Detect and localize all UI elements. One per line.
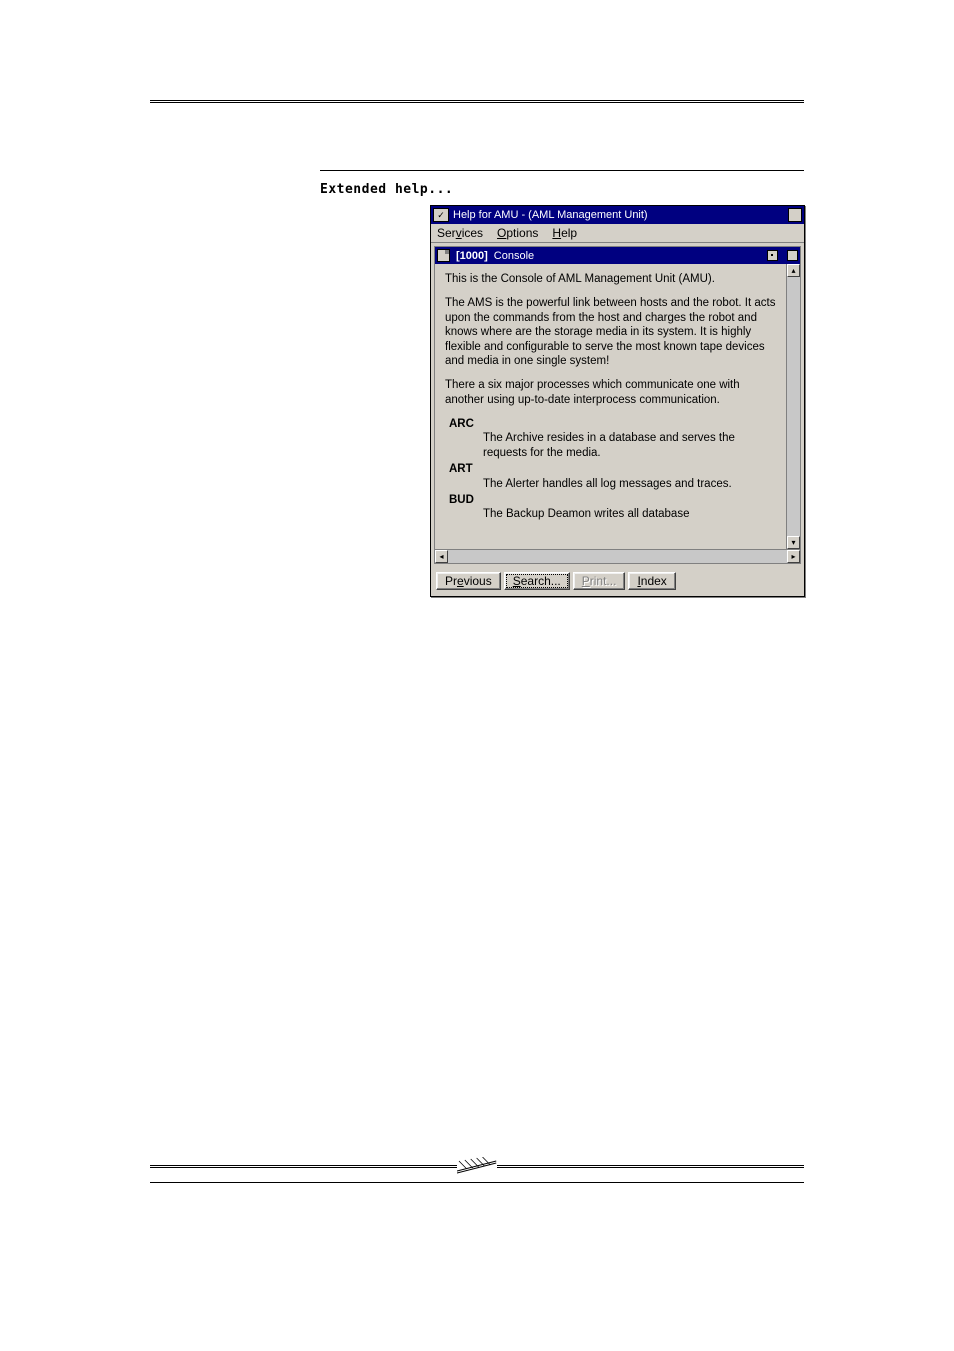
menu-options[interactable]: Options — [497, 226, 538, 240]
scroll-up-icon[interactable]: ▴ — [787, 264, 800, 277]
content-id: [1000] — [456, 250, 488, 262]
search-button[interactable]: Search... — [504, 572, 570, 590]
page-bottom-ornament — [150, 1161, 804, 1171]
scroll-track[interactable] — [787, 277, 800, 536]
scroll-down-icon[interactable]: ▾ — [787, 536, 800, 549]
window-titlebar[interactable]: ✓ Help for AMU - (AML Management Unit) — [431, 206, 804, 224]
horizontal-scrollbar[interactable]: ◂ ▸ — [435, 549, 800, 563]
restore-button[interactable] — [767, 250, 778, 261]
content-pane: [1000] Console This is the Console of AM… — [434, 246, 801, 564]
def-term: ARC — [449, 417, 780, 431]
page-top-rule — [150, 100, 804, 103]
content-titlebar[interactable]: [1000] Console — [435, 247, 800, 264]
section-rule — [320, 170, 804, 171]
document-icon — [437, 249, 450, 262]
content-label: Console — [494, 250, 534, 262]
section-heading: Extended help... — [320, 182, 453, 197]
def-term: ART — [449, 462, 780, 476]
menu-bar: Services Options Help — [431, 224, 804, 243]
previous-button[interactable]: Previous — [436, 572, 501, 590]
page-bottom-rule — [150, 1182, 804, 1183]
intro-text: This is the Console of AML Management Un… — [445, 272, 780, 286]
paragraph-1: The AMS is the powerful link between hos… — [445, 296, 780, 368]
scroll-right-icon[interactable]: ▸ — [787, 550, 800, 563]
paragraph-2: There a six major processes which commun… — [445, 378, 780, 407]
def-desc: The Backup Deamon writes all database — [483, 507, 780, 521]
button-bar: Previous Search... Print... Index — [431, 567, 804, 596]
def-desc: The Archive resides in a database and se… — [483, 431, 780, 460]
help-window: ✓ Help for AMU - (AML Management Unit) S… — [430, 205, 805, 597]
system-menu-icon[interactable]: ✓ — [433, 208, 449, 222]
vertical-scrollbar[interactable]: ▴ ▾ — [786, 264, 800, 549]
print-button[interactable]: Print... — [573, 572, 626, 590]
window-title: Help for AMU - (AML Management Unit) — [453, 209, 785, 221]
menu-help[interactable]: Help — [552, 226, 577, 240]
menu-services[interactable]: Services — [437, 226, 483, 240]
def-term: BUD — [449, 493, 780, 507]
scroll-left-icon[interactable]: ◂ — [435, 550, 448, 563]
maximize-inner-button[interactable] — [787, 250, 798, 261]
maximize-button[interactable] — [788, 208, 802, 222]
scroll-track[interactable] — [448, 550, 787, 563]
help-content: This is the Console of AML Management Un… — [435, 264, 786, 549]
def-desc: The Alerter handles all log messages and… — [483, 477, 780, 491]
index-button[interactable]: Index — [628, 572, 675, 590]
